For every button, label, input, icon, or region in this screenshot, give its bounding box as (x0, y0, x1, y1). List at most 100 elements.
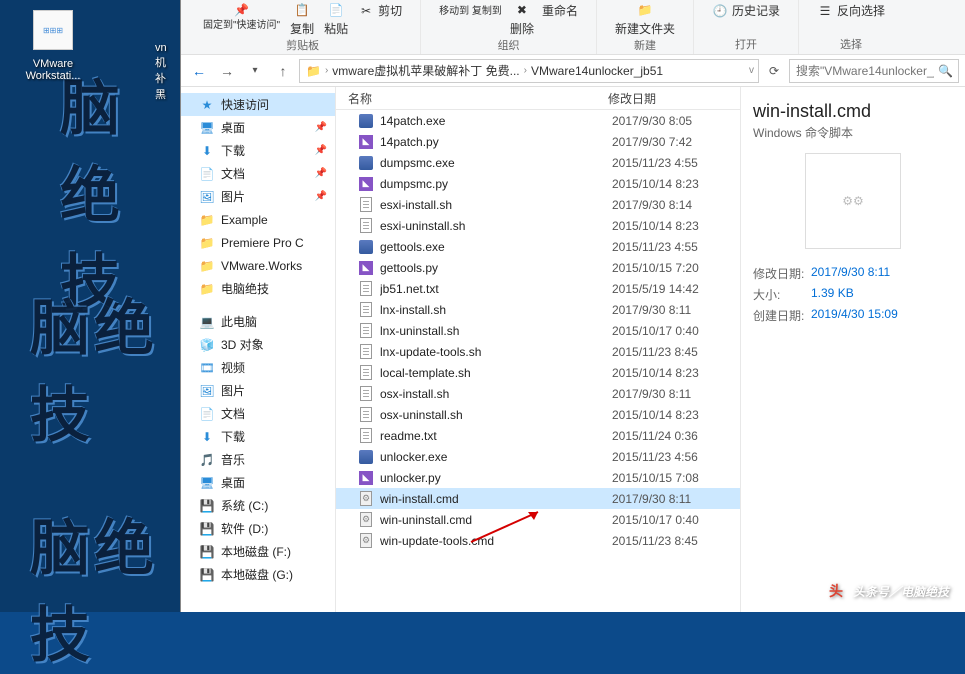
ribbon-group-label: 新建 (634, 37, 656, 53)
ribbon: 📌 固定到"快速访问" 📋复制 📄粘贴 ✂剪切 剪贴板 移动到 复制到 ✖删除 … (181, 0, 965, 55)
file-type-icon (358, 197, 374, 213)
file-type-icon (358, 428, 374, 444)
file-row[interactable]: 14patch.py2017/9/30 7:42 (336, 131, 740, 152)
preview-value: 1.39 KB (811, 286, 854, 303)
file-row[interactable]: lnx-update-tools.sh2015/11/23 8:45 (336, 341, 740, 362)
sidebar-item-desktop[interactable]: 🖥桌面📌 (181, 116, 335, 139)
sidebar-item-drive-c[interactable]: 💾系统 (C:) (181, 494, 335, 517)
breadcrumb[interactable]: vmware虚拟机苹果破解补丁 免费... (330, 62, 521, 79)
breadcrumb[interactable]: VMware14unlocker_jb51 (529, 64, 665, 78)
sidebar-item-documents[interactable]: 📄文档📌 (181, 162, 335, 185)
file-row[interactable]: gettools.exe2015/11/23 4:55 (336, 236, 740, 257)
vmware-icon (33, 10, 73, 50)
file-row[interactable]: lnx-install.sh2017/9/30 8:11 (336, 299, 740, 320)
file-row[interactable]: unlocker.py2015/10/15 7:08 (336, 467, 740, 488)
file-date: 2015/10/15 7:08 (612, 471, 699, 485)
rename-button[interactable]: 重命名 (542, 2, 578, 37)
file-type-icon (358, 344, 374, 360)
recent-dropdown[interactable]: ▾ (243, 59, 267, 83)
file-row[interactable]: win-update-tools.cmd2015/11/23 8:45 (336, 530, 740, 551)
delete-button[interactable]: ✖删除 (510, 2, 534, 37)
sidebar-item-folder[interactable]: 📁电脑绝技 (181, 277, 335, 300)
sidebar-item-drive-d[interactable]: 💾软件 (D:) (181, 517, 335, 540)
drive-icon: 💾 (199, 499, 215, 513)
file-row[interactable]: osx-install.sh2017/9/30 8:11 (336, 383, 740, 404)
download-icon: ⬇ (199, 430, 215, 444)
header-date[interactable]: 修改日期 (596, 90, 740, 107)
sidebar-this-pc[interactable]: 💻此电脑 (181, 310, 335, 333)
sidebar-item-folder[interactable]: 📁Example (181, 208, 335, 231)
sidebar-item-pictures[interactable]: 🖼图片📌 (181, 185, 335, 208)
file-date: 2015/11/23 4:55 (612, 240, 698, 254)
sidebar-item-documents[interactable]: 📄文档 (181, 402, 335, 425)
pin-icon: 📌 (315, 191, 327, 202)
file-row[interactable]: dumpsmc.exe2015/11/23 4:55 (336, 152, 740, 173)
move-copy-button[interactable]: 移动到 复制到 (439, 2, 502, 37)
sidebar-item-drive-f[interactable]: 💾本地磁盘 (F:) (181, 540, 335, 563)
file-row[interactable]: local-template.sh2015/10/14 8:23 (336, 362, 740, 383)
file-row[interactable]: dumpsmc.py2015/10/14 8:23 (336, 173, 740, 194)
history-button[interactable]: 🕘历史记录 (712, 2, 780, 19)
document-icon: 📄 (199, 167, 215, 181)
file-name: osx-uninstall.sh (380, 408, 612, 422)
file-date: 2015/11/23 8:45 (612, 345, 698, 359)
sidebar-item-drive-g[interactable]: 💾本地磁盘 (G:) (181, 563, 335, 586)
quick-access[interactable]: ★快速访问 (181, 93, 335, 116)
cut-button[interactable]: ✂剪切 (358, 2, 402, 19)
file-type-icon (358, 239, 374, 255)
pin-icon: 📌 (315, 168, 327, 179)
chevron-down-icon[interactable]: v (749, 65, 754, 76)
address-path[interactable]: 📁 › vmware虚拟机苹果破解补丁 免费... › VMware14unlo… (299, 59, 759, 83)
sidebar-item-folder[interactable]: 📁Premiere Pro C (181, 231, 335, 254)
file-name: local-template.sh (380, 366, 612, 380)
header-name[interactable]: 名称 (336, 90, 596, 107)
pin-quick-access-button[interactable]: 📌 固定到"快速访问" (203, 2, 280, 31)
file-row[interactable]: osx-uninstall.sh2015/10/14 8:23 (336, 404, 740, 425)
file-row[interactable]: unlocker.exe2015/11/23 4:56 (336, 446, 740, 467)
forward-button[interactable]: → (215, 59, 239, 83)
paste-icon: 📄 (328, 2, 344, 18)
file-row[interactable]: lnx-uninstall.sh2015/10/17 0:40 (336, 320, 740, 341)
file-row[interactable]: gettools.py2015/10/15 7:20 (336, 257, 740, 278)
sidebar-item-downloads[interactable]: ⬇下载 (181, 425, 335, 448)
desktop-icon: 🖥 (199, 476, 215, 490)
sidebar-item-desktop[interactable]: 🖥桌面 (181, 471, 335, 494)
search-input[interactable] (796, 64, 934, 78)
file-row[interactable]: 14patch.exe2017/9/30 8:05 (336, 110, 740, 131)
file-name: win-install.cmd (380, 492, 612, 506)
invert-select-button[interactable]: ☰反向选择 (817, 2, 885, 19)
file-name: win-uninstall.cmd (380, 513, 612, 527)
search-icon: 🔍 (938, 64, 952, 78)
paste-button[interactable]: 📄粘贴 (324, 2, 348, 37)
file-row[interactable]: readme.txt2015/11/24 0:36 (336, 425, 740, 446)
star-icon: ★ (199, 98, 215, 112)
sidebar-item-music[interactable]: 🎵音乐 (181, 448, 335, 471)
sidebar-item-pictures[interactable]: 🖼图片 (181, 379, 335, 402)
file-name: readme.txt (380, 429, 612, 443)
file-row[interactable]: jb51.net.txt2015/5/19 14:42 (336, 278, 740, 299)
column-headers: 名称 修改日期 (336, 87, 740, 110)
desktop-icon-vmware[interactable]: VMware Workstati... (18, 6, 88, 82)
file-row[interactable]: esxi-install.sh2017/9/30 8:14 (336, 194, 740, 215)
sidebar-item-3dobjects[interactable]: 🧊3D 对象 (181, 333, 335, 356)
copy-button[interactable]: 📋复制 (290, 2, 314, 37)
new-folder-button[interactable]: 📁新建文件夹 (615, 2, 675, 37)
back-button[interactable]: ← (187, 59, 211, 83)
up-button[interactable]: ↑ (271, 59, 295, 83)
file-row[interactable]: esxi-uninstall.sh2015/10/14 8:23 (336, 215, 740, 236)
file-row[interactable]: win-install.cmd2017/9/30 8:11 (336, 488, 740, 509)
file-type-icon (358, 323, 374, 339)
sidebar-item-videos[interactable]: 🎞视频 (181, 356, 335, 379)
sidebar-item-downloads[interactable]: ⬇下载📌 (181, 139, 335, 162)
file-type-icon (358, 491, 374, 507)
preview-value: 2017/9/30 8:11 (811, 265, 890, 282)
file-row[interactable]: win-uninstall.cmd2015/10/17 0:40 (336, 509, 740, 530)
sidebar-item-folder[interactable]: 📁VMware.Works (181, 254, 335, 277)
file-type-icon (358, 218, 374, 234)
wallpaper-text: 脑绝技 (30, 280, 180, 454)
drive-icon: 💾 (199, 522, 215, 536)
file-type-icon (358, 365, 374, 381)
file-date: 2017/9/30 8:11 (612, 303, 691, 317)
search-box[interactable]: 🔍 (789, 59, 959, 83)
refresh-button[interactable]: ⟳ (763, 60, 785, 82)
